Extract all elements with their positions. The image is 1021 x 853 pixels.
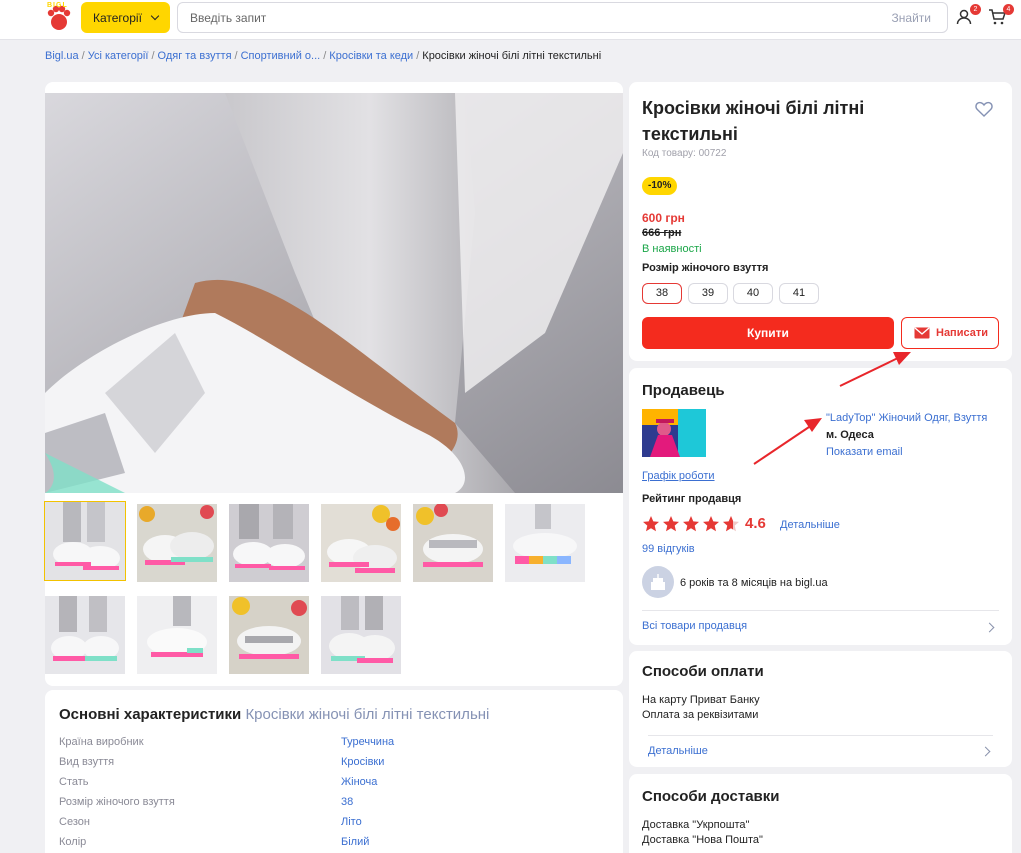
- annotation-arrow: [753, 424, 813, 465]
- annotation-arrows: [753, 352, 911, 465]
- annotation-arrow: [839, 356, 901, 387]
- arrowhead: [804, 418, 822, 432]
